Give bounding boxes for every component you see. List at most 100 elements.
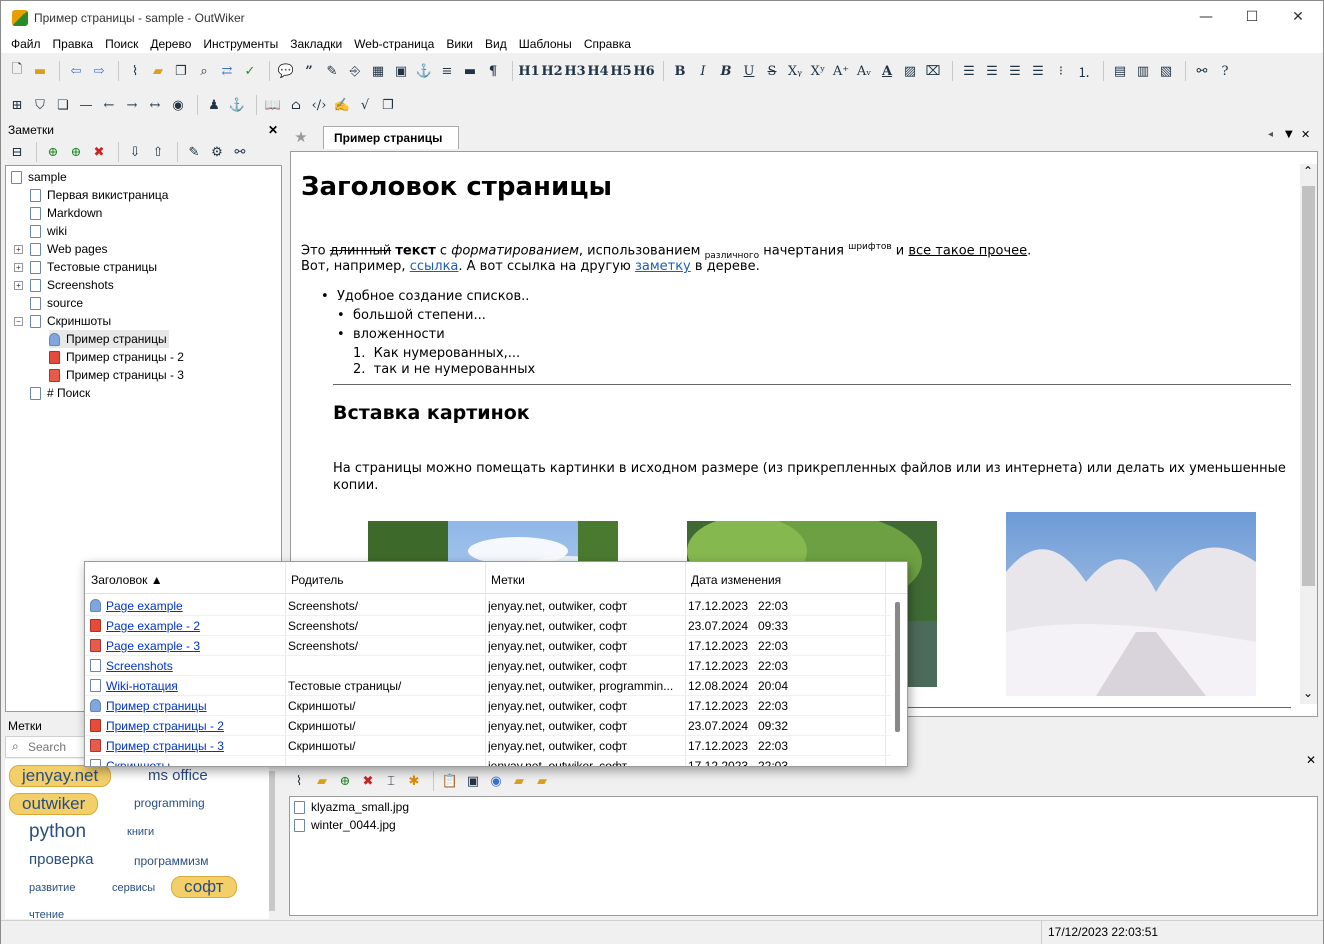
expand-icon[interactable]: +: [14, 281, 23, 290]
tree-node-skrinshoty[interactable]: Скриншоты: [30, 312, 111, 330]
add-sibling-icon[interactable]: ⊕: [43, 142, 63, 162]
anchor-small-icon[interactable]: ⚓: [227, 95, 247, 115]
attach-folder-icon[interactable]: ▰: [312, 771, 332, 791]
view-preview-icon[interactable]: ▥: [1133, 61, 1153, 81]
result-link[interactable]: Page example: [106, 599, 183, 613]
winter-photo[interactable]: [1006, 512, 1256, 696]
tree-node-screenshots[interactable]: Screenshots: [30, 276, 114, 294]
open-folder-icon[interactable]: ▰: [509, 771, 529, 791]
subscript-icon[interactable]: Xᵧ: [785, 61, 805, 81]
result-row[interactable]: Пример страницы Скриншоты/ jenyay.net, o…: [85, 696, 891, 716]
result-row[interactable]: Page example - 2 Screenshots/ jenyay.net…: [85, 616, 891, 636]
align-left-icon[interactable]: ☰: [959, 61, 979, 81]
tag-chtenie[interactable]: чтение: [29, 909, 64, 919]
user-icon[interactable]: ♟: [204, 95, 224, 115]
scroll-up-icon[interactable]: ⌃: [1303, 164, 1313, 178]
new-file-icon[interactable]: 🗋: [7, 61, 27, 81]
tree-node-example-page[interactable]: Пример страницы: [49, 330, 169, 348]
delete-page-icon[interactable]: ✖: [89, 142, 109, 162]
strikethrough-icon[interactable]: S: [762, 61, 782, 81]
maximize-button[interactable]: ☐: [1229, 1, 1275, 34]
help-icon[interactable]: ?: [1215, 61, 1235, 81]
both-arrow-icon[interactable]: ↔: [145, 95, 165, 115]
tree-icon[interactable]: ⊞: [7, 95, 27, 115]
paste-icon[interactable]: 📋: [440, 771, 460, 791]
align-center-icon[interactable]: ☰: [982, 61, 1002, 81]
view-code-icon[interactable]: ▤: [1110, 61, 1130, 81]
rename-icon[interactable]: ✎: [184, 142, 204, 162]
execute-icon[interactable]: ✱: [404, 771, 424, 791]
attachment-item[interactable]: klyazma_small.jpg: [294, 798, 409, 816]
formula-icon[interactable]: √: [355, 95, 375, 115]
superscript-icon[interactable]: Xʸ: [808, 61, 828, 81]
result-link[interactable]: Page example - 3: [106, 639, 200, 653]
bullet-list-icon[interactable]: ⁝: [1051, 61, 1071, 81]
result-link[interactable]: Пример страницы - 3: [106, 739, 224, 753]
tree-node-web-pages[interactable]: Web pages: [30, 240, 108, 258]
attach-file-icon[interactable]: ⌇: [289, 771, 309, 791]
result-row[interactable]: Screenshots jenyay.net, outwiker, софт 1…: [85, 656, 891, 676]
attachment-item[interactable]: winter_0044.jpg: [294, 816, 396, 834]
code-icon[interactable]: ⎆: [345, 61, 365, 81]
copy-path-icon[interactable]: ▣: [463, 771, 483, 791]
tag-programming[interactable]: programming: [134, 796, 205, 810]
bookmark-star-icon[interactable]: ★: [291, 127, 311, 147]
heading-3-icon[interactable]: H3: [564, 61, 585, 81]
heading-5-icon[interactable]: H5: [610, 61, 631, 81]
align-justify-icon[interactable]: ☰: [1028, 61, 1048, 81]
menu-file[interactable]: Файл: [5, 37, 47, 51]
tag-proverka[interactable]: проверка: [29, 851, 94, 868]
background-color-icon[interactable]: ▨: [900, 61, 920, 81]
heading-4-icon[interactable]: H4: [587, 61, 608, 81]
tree-node-source[interactable]: source: [30, 294, 83, 312]
folder-icon[interactable]: ▰: [532, 771, 552, 791]
menu-tools[interactable]: Инструменты: [197, 37, 284, 51]
menu-help[interactable]: Справка: [578, 37, 637, 51]
column-tags[interactable]: Метки: [485, 570, 525, 590]
tab-list-icon[interactable]: ▼: [1285, 129, 1293, 140]
tab-scroll-left-icon[interactable]: ◂: [1268, 129, 1273, 140]
comment-icon[interactable]: 💬: [276, 61, 296, 81]
align-right-icon[interactable]: ☰: [1005, 61, 1025, 81]
find-in-page-icon[interactable]: ⌕: [194, 61, 214, 81]
result-link[interactable]: Пример страницы - 2: [106, 719, 224, 733]
menu-tree[interactable]: Дерево: [144, 37, 197, 51]
link-ssylka[interactable]: ссылка: [410, 259, 459, 274]
result-row[interactable]: Скриншоты jenyay.net, outwiker, софт 17.…: [85, 756, 891, 766]
rename-attachment-icon[interactable]: ⌶: [381, 771, 401, 791]
column-parent[interactable]: Родитель: [285, 570, 343, 590]
tree-node-example-page-2[interactable]: Пример страницы - 2: [49, 348, 184, 366]
result-row[interactable]: Пример страницы - 3 Скриншоты/ jenyay.ne…: [85, 736, 891, 756]
properties-icon[interactable]: ⚙: [207, 142, 227, 162]
collapse-tree-icon[interactable]: ⊟: [7, 142, 27, 162]
anchor-icon[interactable]: ⚓: [414, 61, 434, 81]
copy-page-icon[interactable]: ❐: [171, 61, 191, 81]
table-icon[interactable]: ▦: [368, 61, 388, 81]
forward-arrow-icon[interactable]: ⇨: [89, 61, 109, 81]
menu-view[interactable]: Вид: [479, 37, 513, 51]
column-title[interactable]: Заголовок ▲: [85, 570, 163, 590]
collapse-icon[interactable]: −: [14, 317, 23, 326]
bold-icon[interactable]: B: [670, 61, 690, 81]
move-up-icon[interactable]: ⇧: [148, 142, 168, 162]
tag-razvitie[interactable]: развитие: [29, 882, 75, 894]
popup-scroll-thumb[interactable]: [895, 602, 900, 732]
tag-knigi[interactable]: книги: [127, 826, 154, 838]
result-row[interactable]: Пример страницы - 2 Скриншоты/ jenyay.ne…: [85, 716, 891, 736]
page-copy-icon[interactable]: ❏: [53, 95, 73, 115]
tag-ms-office[interactable]: ms office: [148, 767, 208, 784]
tag-programmizm[interactable]: программизм: [134, 854, 209, 868]
paragraph-icon[interactable]: ¶: [483, 61, 503, 81]
horizontal-line-icon[interactable]: ▬: [460, 61, 480, 81]
replace-icon[interactable]: ⇄: [217, 61, 237, 81]
spellcheck-icon[interactable]: ✓: [240, 61, 260, 81]
font-increase-icon[interactable]: A⁺: [831, 61, 851, 81]
menu-templates[interactable]: Шаблоны: [513, 37, 578, 51]
menu-webpage[interactable]: Web-страница: [348, 37, 440, 51]
quote-icon[interactable]: ”: [299, 61, 319, 81]
heading-6-icon[interactable]: H6: [633, 61, 654, 81]
expand-icon[interactable]: +: [14, 263, 23, 272]
menu-bookmarks[interactable]: Закладки: [284, 37, 348, 51]
result-link[interactable]: Пример страницы: [106, 699, 207, 713]
tag-soft[interactable]: софт: [171, 876, 237, 898]
